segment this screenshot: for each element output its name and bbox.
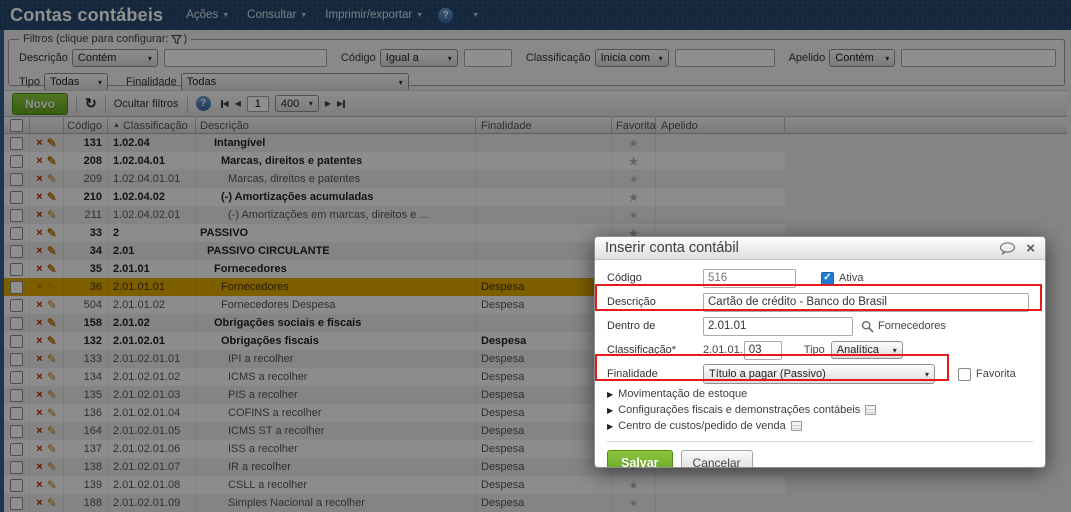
codigo-label: Código	[607, 272, 642, 284]
dentro-de-input[interactable]	[703, 316, 853, 336]
descricao-input[interactable]	[703, 292, 1029, 312]
section-movimentacao-estoque[interactable]: ▶ Movimentação de estoque	[607, 386, 1033, 402]
inserir-conta-modal: Inserir conta contábil × Código Ativa De…	[594, 236, 1046, 468]
chevron-down-icon: ▾	[892, 345, 897, 355]
finalidade-select[interactable]: Título a pagar (Passivo) ▾	[703, 364, 935, 384]
ativa-checkbox[interactable]	[821, 271, 834, 285]
dentro-de-ref: Fornecedores	[878, 320, 946, 332]
table-grid-icon	[865, 405, 877, 415]
ativa-label: Ativa	[839, 272, 864, 284]
section-configuracoes-fiscais[interactable]: ▶ Configurações fiscais e demonstrações …	[607, 402, 1033, 418]
descricao-label: Descrição	[607, 296, 656, 308]
finalidade-label: Finalidade	[607, 368, 658, 380]
tipo-select[interactable]: Analítica ▾	[830, 341, 903, 359]
classificacao-input[interactable]	[743, 340, 782, 360]
modal-title-bar: Inserir conta contábil ×	[595, 237, 1045, 260]
expand-arrow-icon: ▶	[607, 421, 614, 431]
search-icon[interactable]	[861, 320, 874, 333]
classificacao-label: Classificação*	[607, 344, 677, 356]
classificacao-prefix: 2.01.01.	[703, 344, 743, 356]
expand-arrow-icon: ▶	[607, 389, 614, 399]
expand-arrow-icon: ▶	[607, 405, 614, 415]
modal-title: Inserir conta contábil	[605, 240, 739, 256]
salvar-button[interactable]: Salvar	[607, 450, 673, 467]
comment-bubble-icon[interactable]	[999, 241, 1016, 255]
table-grid-icon	[790, 421, 802, 431]
close-icon[interactable]: ×	[1026, 241, 1035, 256]
chevron-down-icon: ▾	[924, 369, 929, 379]
favorita-label: Favorita	[976, 368, 1016, 380]
section-centro-custos[interactable]: ▶ Centro de custos/pedido de venda	[607, 418, 1033, 434]
favorita-checkbox[interactable]	[958, 367, 971, 381]
tipo-label: Tipo	[803, 344, 825, 356]
dentro-de-label: Dentro de	[607, 320, 656, 332]
modal-body: Código Ativa Descrição Dentro de Fornece…	[595, 260, 1045, 467]
cancelar-button[interactable]: Cancelar	[680, 450, 753, 467]
app-window: Contas contábeis Ações ▼ Consultar ▼ Imp…	[0, 0, 1071, 512]
codigo-input[interactable]	[703, 268, 796, 288]
